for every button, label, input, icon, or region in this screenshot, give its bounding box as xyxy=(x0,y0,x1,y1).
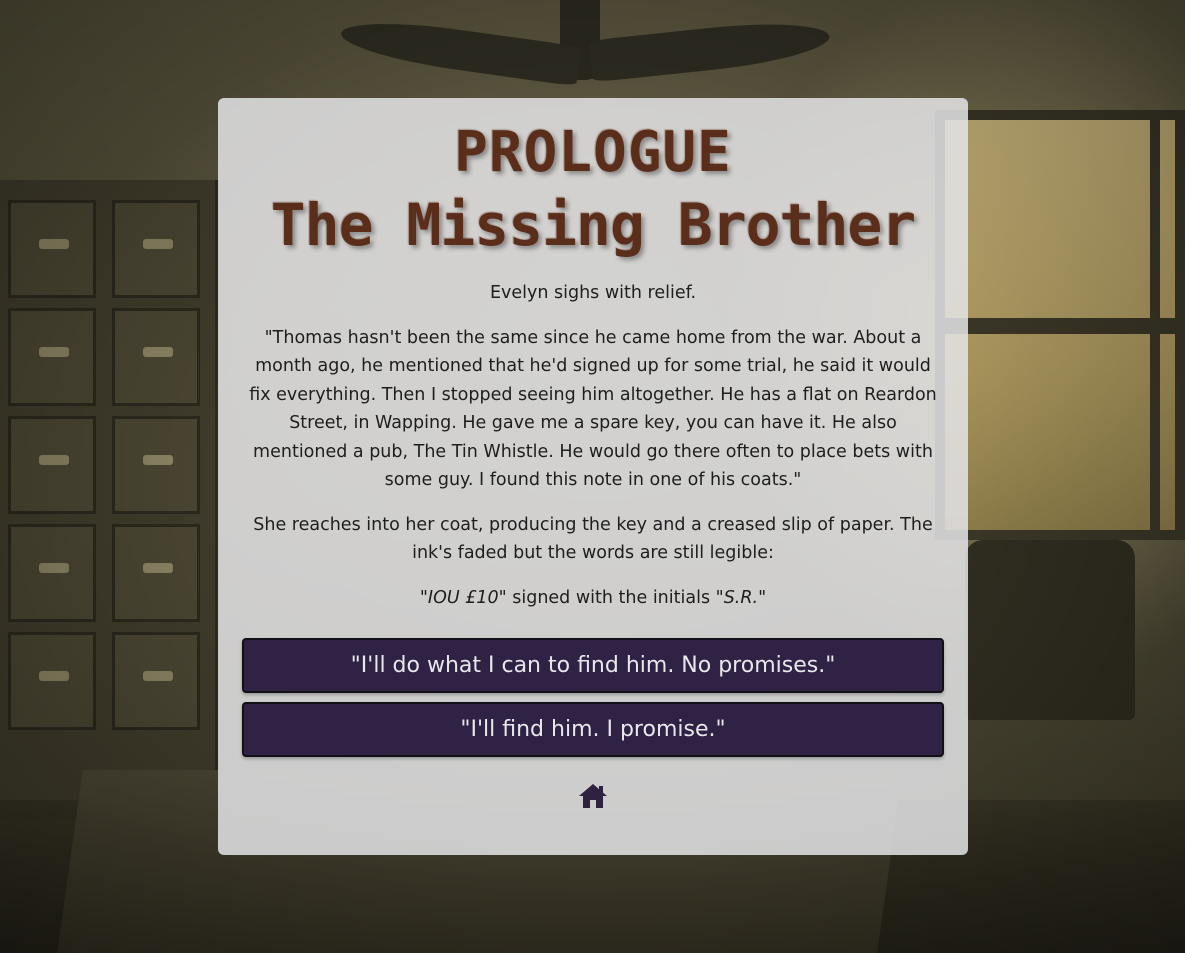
story-action: She reaches into her coat, producing the… xyxy=(253,514,933,564)
choice-button-promise[interactable]: "I'll find him. I promise." xyxy=(242,702,944,758)
story-intro: Evelyn sighs with relief. xyxy=(489,283,697,304)
choice-button-no-promises[interactable]: "I'll do what I can to find him. No prom… xyxy=(242,638,944,694)
story-dialogue: "Thomas hasn't been the same since he ca… xyxy=(249,327,937,491)
home-icon xyxy=(579,784,607,809)
note-text: "IOU £10" xyxy=(419,587,507,608)
chapter-label: PROLOGUE xyxy=(454,120,732,185)
story-note: "IOU £10" signed with the initials "S.R.… xyxy=(242,584,944,613)
chapter-title: The Missing Brother xyxy=(270,190,916,259)
note-initials: "S.R." xyxy=(715,587,767,608)
home-button[interactable] xyxy=(578,782,608,810)
note-middle: signed with the initials xyxy=(506,587,716,608)
story-text: Evelyn sighs with relief. "Thomas hasn't… xyxy=(242,279,944,612)
choice-list: "I'll do what I can to find him. No prom… xyxy=(242,638,944,758)
story-panel: PROLOGUE The Missing Brother Evelyn sigh… xyxy=(218,98,968,855)
